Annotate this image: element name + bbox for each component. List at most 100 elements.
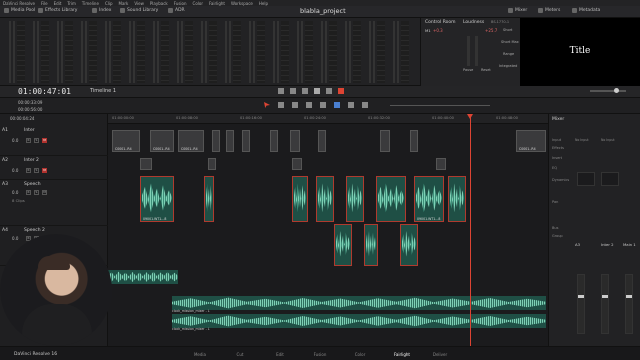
metadata-toggle-button[interactable]: Metadata [572, 8, 600, 13]
channel-fader[interactable] [601, 274, 609, 334]
menu-item-clip[interactable]: Clip [105, 1, 113, 6]
audio-clip[interactable]: C0001..R4 [150, 130, 174, 152]
menu-item-edit[interactable]: Edit [54, 1, 62, 6]
speech-clip[interactable] [334, 224, 352, 266]
meters-toggle-button[interactable]: Meters [538, 8, 560, 13]
page-fusion[interactable]: Fusion [300, 352, 340, 357]
audio-clip[interactable] [212, 130, 220, 152]
menu-item-app[interactable]: DaVinci Resolve [3, 1, 35, 6]
fast-forward-icon[interactable] [290, 88, 296, 94]
audio-clip[interactable] [290, 130, 300, 152]
dynamics-graph[interactable] [601, 172, 619, 186]
music-clip[interactable] [172, 296, 546, 310]
speech-clip[interactable]: 09001.WT1...8 [140, 176, 174, 222]
track-volume[interactable]: 0.0 [12, 138, 18, 143]
range-tool-icon[interactable] [278, 102, 284, 108]
audio-clip[interactable] [292, 158, 302, 170]
snap-icon[interactable] [320, 102, 326, 108]
input-selector[interactable]: No Input [601, 138, 615, 142]
page-color[interactable]: Color [340, 352, 380, 357]
marker-icon[interactable] [362, 102, 368, 108]
track-volume[interactable]: 0.0 [12, 236, 18, 241]
menu-item-mark[interactable]: Mark [119, 1, 129, 6]
audio-clip[interactable] [436, 158, 446, 170]
track-name[interactable]: Inter 2 [24, 158, 39, 163]
audio-clip[interactable] [380, 130, 390, 152]
track-name[interactable]: Speech [24, 182, 41, 187]
pointer-tool-icon[interactable] [264, 102, 270, 108]
record-icon[interactable] [326, 88, 332, 94]
page-cut[interactable]: Cut [220, 352, 260, 357]
audio-clip[interactable] [318, 130, 326, 152]
audio-clip[interactable] [410, 130, 418, 152]
play-icon[interactable] [314, 88, 320, 94]
audio-clip[interactable]: C0001..R4 [112, 130, 140, 152]
stop-icon[interactable] [302, 88, 308, 94]
audio-clip[interactable] [270, 130, 278, 152]
menu-item-view[interactable]: View [134, 1, 144, 6]
track-volume[interactable]: 0.0 [12, 168, 18, 173]
record-arm-button[interactable]: R [26, 138, 31, 143]
mute-button[interactable]: M [42, 190, 47, 195]
track-header-a1[interactable]: A1 Inter 0.0 R S M [0, 126, 108, 156]
music-clip[interactable] [108, 270, 178, 284]
razor-tool-icon[interactable] [292, 102, 298, 108]
speech-clip[interactable] [346, 176, 364, 222]
music-clip[interactable] [172, 314, 546, 328]
page-fairlight[interactable]: Fairlight [382, 352, 422, 357]
solo-button[interactable]: S [34, 168, 39, 173]
adr-button[interactable]: ADR [168, 8, 185, 13]
rewind-icon[interactable] [278, 88, 284, 94]
track-name[interactable]: Inter [24, 128, 35, 133]
menu-item-timeline[interactable]: Timeline [82, 1, 99, 6]
track-name[interactable]: Speech 2 [24, 228, 45, 233]
menu-item-fairlight[interactable]: Fairlight [209, 1, 225, 6]
record-arm-button[interactable]: R [26, 168, 31, 173]
audio-clip[interactable]: C0001..R4 [516, 130, 546, 152]
media-pool-button[interactable]: Media Pool [4, 8, 35, 13]
audio-clip[interactable] [140, 158, 152, 170]
mixer-toggle-button[interactable]: Mixer [508, 8, 527, 13]
speech-clip[interactable] [316, 176, 334, 222]
track-volume[interactable]: 0.0 [12, 190, 18, 195]
solo-button[interactable]: S [34, 190, 39, 195]
menu-item-file[interactable]: File [41, 1, 48, 6]
mute-button[interactable]: M [42, 138, 47, 143]
effects-library-button[interactable]: Effects Library [38, 8, 77, 13]
loudness-standard[interactable]: BS.1770-1 [491, 20, 509, 24]
speech-clip[interactable] [448, 176, 466, 222]
page-edit[interactable]: Edit [260, 352, 300, 357]
audio-clip[interactable]: C0001..R4 [178, 130, 204, 152]
menu-item-help[interactable]: Help [259, 1, 268, 6]
volume-slider-handle[interactable] [614, 88, 619, 93]
speech-clip[interactable] [292, 176, 308, 222]
speech-clip[interactable] [400, 224, 418, 266]
channel-fader[interactable] [577, 274, 585, 334]
speech-clip[interactable]: 09001.WT1...8 [414, 176, 444, 222]
record-arm-button[interactable]: R [26, 190, 31, 195]
page-deliver[interactable]: Deliver [420, 352, 460, 357]
audio-clip[interactable] [242, 130, 250, 152]
pause-button[interactable]: Pause [463, 68, 473, 72]
timeline-ruler[interactable]: 01:00:00:00 01:00:08:00 01:00:16:00 01:0… [108, 114, 548, 124]
speech-clip[interactable] [376, 176, 406, 222]
menu-item-color[interactable]: Color [193, 1, 203, 6]
slip-tool-icon[interactable] [306, 102, 312, 108]
track-header-a3[interactable]: A3 Speech 0.0 R S M 8 Clips [0, 180, 108, 226]
solo-button[interactable]: S [34, 138, 39, 143]
speech-clip[interactable] [204, 176, 214, 222]
zoom-slider[interactable] [390, 105, 490, 106]
timeline-selector[interactable]: Timeline 1 [90, 88, 116, 94]
volume-slider[interactable] [590, 90, 626, 92]
link-icon[interactable] [334, 102, 340, 108]
menu-item-trim[interactable]: Trim [67, 1, 76, 6]
audio-clip[interactable] [208, 158, 216, 170]
audio-clip[interactable] [226, 130, 234, 152]
mute-button[interactable]: M [42, 168, 47, 173]
page-media[interactable]: Media [180, 352, 220, 357]
playhead-handle[interactable] [467, 114, 473, 119]
main-fader[interactable] [625, 274, 633, 334]
input-selector[interactable]: No Input [575, 138, 589, 142]
menu-item-fusion[interactable]: Fusion [174, 1, 187, 6]
menu-item-playback[interactable]: Playback [150, 1, 168, 6]
